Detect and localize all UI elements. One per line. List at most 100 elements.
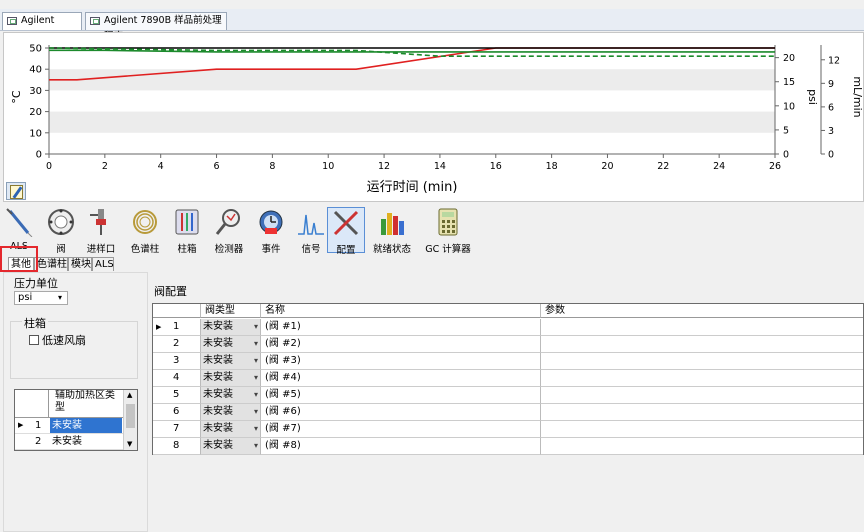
y-right2-tick-label: 12 <box>828 55 840 66</box>
toolbar-label: 信号 <box>301 244 321 255</box>
row-header[interactable]: 2 <box>153 336 201 353</box>
valve-params-cell[interactable] <box>541 370 863 387</box>
scroll-down-icon: ▼ <box>127 440 133 448</box>
valve-params-cell[interactable] <box>541 353 863 370</box>
highlight-box <box>0 246 38 272</box>
row-header[interactable]: ▶ 1 <box>153 319 201 336</box>
y-tick-label: 20 <box>29 107 42 118</box>
doc-tab-sample-prep[interactable]: Agilent 7890B 样品前处理程序 <box>85 12 227 42</box>
valve-name-cell[interactable]: (阀 #1) <box>261 319 541 336</box>
y-tick-label: 40 <box>29 65 42 76</box>
chevron-down-icon: ▾ <box>253 407 258 416</box>
column-header-params[interactable]: 参数 <box>541 304 863 318</box>
chevron-down-icon: ▾ <box>253 339 258 348</box>
row-number: 7 <box>173 423 180 434</box>
pressure-unit-select[interactable]: psi ▾ <box>14 291 68 305</box>
grid-band <box>49 111 775 133</box>
series-line-4 <box>49 49 775 53</box>
scroll-up-icon: ▲ <box>127 391 133 399</box>
row-number: 5 <box>173 389 180 400</box>
valve-type-select[interactable]: 未安装 ▾ <box>201 319 261 336</box>
row-header[interactable]: 6 <box>153 404 201 421</box>
toolbar-column-button[interactable]: 色谱柱 <box>128 207 162 255</box>
pressure-unit-value: psi <box>18 292 33 303</box>
valve-type-select[interactable]: 未安装 ▾ <box>201 404 261 421</box>
column-header-valve-type[interactable]: 阀类型 <box>201 304 261 318</box>
doc-tab-method[interactable]: Agilent 7890B <box>2 12 82 42</box>
aux-type-cell[interactable]: 未安装 <box>50 418 122 433</box>
signal-icon <box>298 214 324 235</box>
valve-params-cell[interactable] <box>541 421 863 438</box>
valve-type-select[interactable]: 未安装 ▾ <box>201 370 261 387</box>
valve-params-cell[interactable] <box>541 336 863 353</box>
toolbar-ready-status-button[interactable]: 就绪状态 <box>372 207 412 255</box>
low-fan-checkbox[interactable] <box>29 335 39 345</box>
y-tick-label: 0 <box>36 150 42 161</box>
row-number: 8 <box>173 440 180 451</box>
document-tab-bar: Agilent 7890B Agilent 7890B 样品前处理程序 <box>0 9 864 42</box>
toolbar-oven-button[interactable]: 柱箱 <box>170 207 204 255</box>
valve-name-cell[interactable]: (阀 #3) <box>261 353 541 370</box>
toolbar-label: 配置 <box>336 245 356 256</box>
valve-type-select[interactable]: 未安装 ▾ <box>201 353 261 370</box>
valve-name-cell[interactable]: (阀 #8) <box>261 438 541 455</box>
column-header-name[interactable]: 名称 <box>261 304 541 318</box>
valve-type-value: 未安装 <box>203 389 233 400</box>
vertical-scrollbar[interactable]: ▲ ▼ <box>123 390 137 450</box>
y-right-tick-label: 20 <box>783 53 795 64</box>
row-pointer-icon: ▶ <box>18 421 24 429</box>
valve-params-cell[interactable] <box>541 387 863 404</box>
toolbar-label: 就绪状态 <box>372 244 411 255</box>
tab-module[interactable]: 模块 <box>68 257 92 271</box>
detector-icon <box>215 209 240 235</box>
y-axis-label: °C <box>10 90 23 104</box>
toolbar-config-button[interactable]: 配置 <box>327 207 365 256</box>
x-tick-label: 26 <box>769 161 781 172</box>
tab-als[interactable]: ALS <box>92 257 114 271</box>
row-number: 2 <box>173 338 180 349</box>
chevron-down-icon: ▾ <box>253 322 258 331</box>
toolbar-calculator-button[interactable]: GC 计算器 <box>424 207 472 255</box>
toolbar-valve-button[interactable]: 阀 <box>44 207 78 255</box>
toolbar-detector-button[interactable]: 检测器 <box>212 207 246 255</box>
row-header[interactable]: 4 <box>153 370 201 387</box>
valve-name-cell[interactable]: (阀 #7) <box>261 421 541 438</box>
row-header[interactable]: 7 <box>153 421 201 438</box>
row-header[interactable]: 3 <box>153 353 201 370</box>
valve-name-cell[interactable]: (阀 #2) <box>261 336 541 353</box>
table-row[interactable]: ▶ 1 未安装 <box>15 418 123 434</box>
row-number: 2 <box>35 436 42 447</box>
y-right2-tick-label: 0 <box>828 150 834 161</box>
table-row[interactable]: 2 未安装 <box>15 434 123 450</box>
events-icon <box>259 210 283 234</box>
aux-heater-grid: 辅助加热区类型 ▶ 1 未安装 2 未安装 ▲ ▼ <box>14 389 138 451</box>
valve-type-select[interactable]: 未安装 ▾ <box>201 336 261 353</box>
valve-params-cell[interactable] <box>541 438 863 455</box>
x-tick-label: 12 <box>378 161 390 172</box>
valve-name-cell[interactable]: (阀 #4) <box>261 370 541 387</box>
valve-name-cell[interactable]: (阀 #5) <box>261 387 541 404</box>
y-right-tick-label: 15 <box>783 77 795 88</box>
valve-params-cell[interactable] <box>541 404 863 421</box>
tab-column[interactable]: 色谱柱 <box>34 257 68 271</box>
toolbar-signal-button[interactable]: 信号 <box>294 207 328 255</box>
edit-method-icon[interactable] <box>6 182 26 200</box>
valve-type-select[interactable]: 未安装 ▾ <box>201 387 261 404</box>
toolbar-events-button[interactable]: 事件 <box>254 207 288 255</box>
valve-name-cell[interactable]: (阀 #6) <box>261 404 541 421</box>
row-number: 1 <box>173 321 180 332</box>
valve-type-select[interactable]: 未安装 ▾ <box>201 438 261 455</box>
aux-type-cell[interactable]: 未安装 <box>52 434 82 449</box>
valve-type-select[interactable]: 未安装 ▾ <box>201 421 261 438</box>
toolbar-inlet-button[interactable]: 进样口 <box>84 207 118 255</box>
toolbar-label: 检测器 <box>214 244 244 255</box>
row-header[interactable]: 5 <box>153 387 201 404</box>
x-tick-label: 10 <box>322 161 334 172</box>
row-header[interactable]: 8 <box>153 438 201 455</box>
calculator-icon <box>438 208 458 236</box>
valve-config-grid: 阀类型 名称 参数 ▶ 1 未安装 ▾ (阀 #1) 2 未安装 ▾ (阀 #2) 3 未安装 ▾ (阀… <box>152 303 864 455</box>
x-tick-label: 0 <box>46 161 52 172</box>
valve-params-cell[interactable] <box>541 319 863 336</box>
row-number: 6 <box>173 406 180 417</box>
scroll-thumb[interactable] <box>126 404 135 428</box>
